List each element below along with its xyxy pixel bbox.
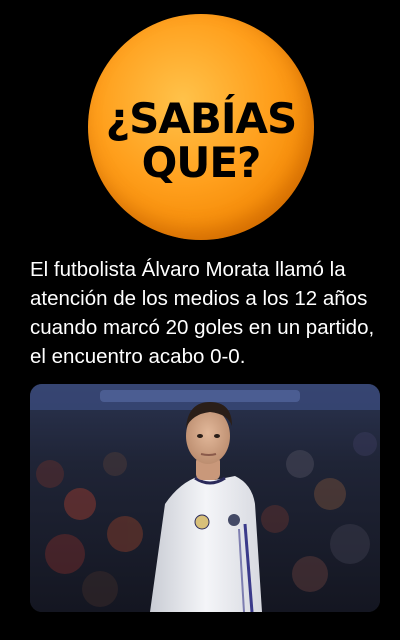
badge-line-2: QUE? (141, 138, 262, 187)
post-photo[interactable] (30, 384, 380, 612)
player-photo-illustration (30, 384, 380, 612)
badge-line-1: ¿SABÍAS (105, 94, 298, 143)
sabias-que-badge: ¿SABÍAS QUE? (88, 14, 314, 240)
post-text: El futbolista Álvaro Morata llamó la ate… (30, 258, 375, 368)
